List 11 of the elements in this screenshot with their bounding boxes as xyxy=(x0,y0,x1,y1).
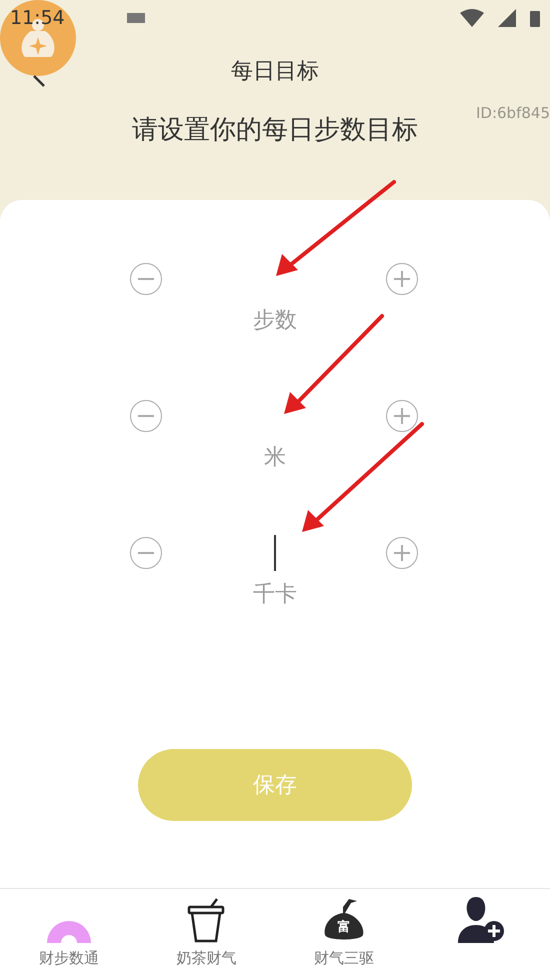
field-label: 千卡 xyxy=(253,581,297,609)
nav-item[interactable]: 富 财气三驱 xyxy=(275,889,412,977)
field-label: 米 xyxy=(264,444,286,472)
nav-item[interactable]: 奶茶财气 xyxy=(138,889,275,977)
status-time: 11:54 xyxy=(10,7,65,29)
page-title: 每日目标 xyxy=(231,58,319,86)
user-id: ID:6bf845 xyxy=(476,104,550,122)
bag-label: 富 xyxy=(337,918,350,936)
nav-item[interactable]: 财步数通 xyxy=(0,889,138,977)
field-label: 步数 xyxy=(253,307,297,335)
subtitle: 请设置你的每日步数目标 xyxy=(132,114,418,147)
